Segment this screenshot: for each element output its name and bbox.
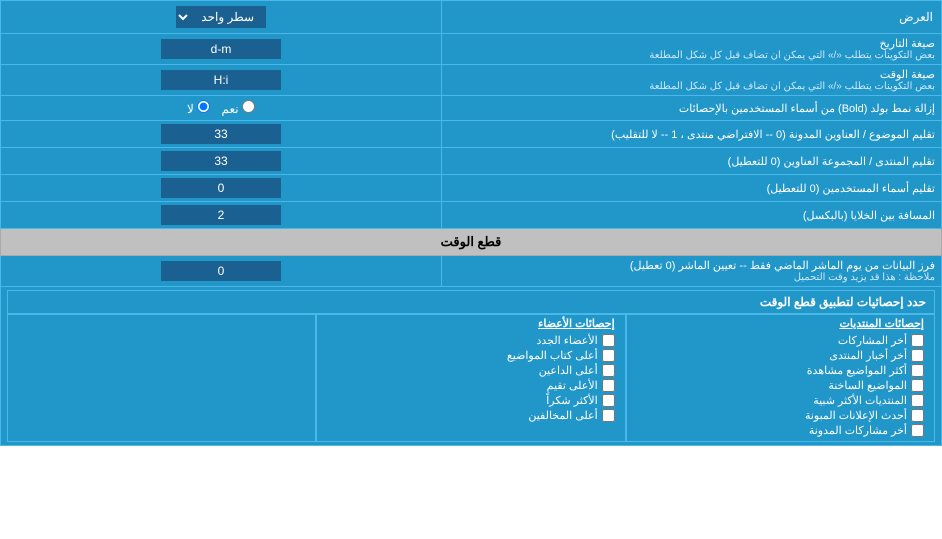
checkbox-forum-news-input[interactable] (911, 349, 924, 362)
cell-gap-input-cell (1, 202, 442, 229)
checkbox-top-rated: الأعلى تقيم (327, 379, 614, 392)
username-limit-input[interactable] (161, 178, 281, 198)
date-format-input[interactable] (161, 39, 281, 59)
forum-title-limit-row: تقليم المنتدى / المجموعة العناوين (0 للت… (1, 148, 942, 175)
time-format-row: صيغة الوقت بعض التكوينات يتطلب «/» التي … (1, 65, 942, 96)
member-stats-col: إحصائات الأعضاء الأعضاء الجدد أعلى كتاب … (316, 314, 625, 442)
checkbox-most-viewed-input[interactable] (911, 364, 924, 377)
topic-title-limit-label: تقليم الموضوع / العناوين المدونة (0 -- ا… (442, 121, 942, 148)
checkbox-hot-topics-label: المواضيع الساخنة (828, 379, 907, 392)
checkbox-top-inviters-input[interactable] (602, 364, 615, 377)
checkbox-top-rated-input[interactable] (602, 379, 615, 392)
bold-remove-radio-no[interactable] (197, 100, 210, 113)
checkbox-last-posts: أخر المشاركات (637, 334, 924, 347)
checkbox-hot-topics-input[interactable] (911, 379, 924, 392)
bold-remove-row: إزالة نمط بولد (Bold) من أسماء المستخدمي… (1, 96, 942, 121)
display-label: العرض (442, 1, 942, 34)
forum-stats-col-title: إحصائات المنتديات (637, 317, 924, 330)
checkbox-most-thanked: الأكثر شكراً (327, 394, 614, 407)
checkbox-most-similar: المنتديات الأكثر شبية (637, 394, 924, 407)
date-format-label: صيغة التاريخ بعض التكوينات يتطلب «/» الت… (442, 34, 942, 65)
cell-gap-input[interactable] (161, 205, 281, 225)
cutoff-filter-title: فرز البيانات من يوم الماشر الماضي فقط --… (448, 259, 935, 272)
date-format-input-cell (1, 34, 442, 65)
checkbox-recent-announcements: أحدث الإعلانات المبونة (637, 409, 924, 422)
limit-title: حدد إحصائيات لتطبيق قطع الوقت (7, 290, 935, 314)
checkbox-recent-announcements-input[interactable] (911, 409, 924, 422)
cell-gap-row: المسافة بين الخلايا (بالبكسل) (1, 202, 942, 229)
cutoff-value-cell (1, 256, 442, 287)
display-select-cell: سطر واحد سطرين ثلاثة أسطر (1, 1, 442, 34)
forum-title-limit-label: تقليم المنتدى / المجموعة العناوين (0 للت… (442, 148, 942, 175)
topic-title-limit-input[interactable] (161, 124, 281, 144)
bold-remove-radio-cell: نعم لا (1, 96, 442, 121)
bold-remove-radio-yes[interactable] (242, 100, 255, 113)
forum-title-limit-input[interactable] (161, 151, 281, 171)
forum-title-limit-input-cell (1, 148, 442, 175)
limit-checkboxes-row: حدد إحصائيات لتطبيق قطع الوقت إحصائات ال… (1, 287, 942, 446)
checkbox-most-viewed-label: أكثر المواضيع مشاهدة (807, 364, 907, 377)
checkbox-top-violators-label: أعلى المخالفين (528, 409, 597, 422)
checkbox-recent-announcements-label: أحدث الإعلانات المبونة (805, 409, 907, 422)
checkbox-top-inviters-label: أعلى الداعين (539, 364, 598, 377)
checkbox-forum-news-label: أخر أخبار المنتدى (829, 349, 907, 362)
username-limit-input-cell (1, 175, 442, 202)
date-format-row: صيغة التاريخ بعض التكوينات يتطلب «/» الت… (1, 34, 942, 65)
radio-no-label: لا (187, 102, 210, 116)
cutoff-section-title: قطع الوقت (1, 229, 942, 256)
checkbox-most-viewed: أكثر المواضيع مشاهدة (637, 364, 924, 377)
topic-title-limit-row: تقليم الموضوع / العناوين المدونة (0 -- ا… (1, 121, 942, 148)
checkbox-most-thanked-label: الأكثر شكراً (546, 394, 597, 407)
date-format-sublabel: بعض التكوينات يتطلب «/» التي يمكن ان تضا… (448, 50, 935, 61)
time-format-label: صيغة الوقت بعض التكوينات يتطلب «/» التي … (442, 65, 942, 96)
cutoff-filter-label: فرز البيانات من يوم الماشر الماضي فقط --… (442, 256, 942, 287)
checkbox-top-topic-writers-input[interactable] (602, 349, 615, 362)
checkbox-forum-news: أخر أخبار المنتدى (637, 349, 924, 362)
forum-stats-col: إحصائات المنتديات أخر المشاركات أخر أخبا… (626, 314, 935, 442)
checkbox-top-topic-writers: أعلى كتاب المواضيع (327, 349, 614, 362)
checkbox-most-thanked-input[interactable] (602, 394, 615, 407)
checkbox-last-posts-input[interactable] (911, 334, 924, 347)
bold-remove-label: إزالة نمط بولد (Bold) من أسماء المستخدمي… (442, 96, 942, 121)
checkbox-hot-topics: المواضيع الساخنة (637, 379, 924, 392)
checkbox-last-blog-posts-input[interactable] (911, 424, 924, 437)
checkbox-top-topic-writers-label: أعلى كتاب المواضيع (507, 349, 598, 362)
checkbox-top-rated-label: الأعلى تقيم (547, 379, 598, 392)
display-row: العرض سطر واحد سطرين ثلاثة أسطر (1, 1, 942, 34)
date-format-title: صيغة التاريخ (448, 37, 935, 50)
cutoff-section-header-row: قطع الوقت (1, 229, 942, 256)
cutoff-filter-row: فرز البيانات من يوم الماشر الماضي فقط --… (1, 256, 942, 287)
member-stats-col-title: إحصائات الأعضاء (327, 317, 614, 330)
checkbox-last-posts-label: أخر المشاركات (838, 334, 907, 347)
cutoff-value-input[interactable] (161, 261, 281, 281)
checkbox-new-members-label: الأعضاء الجدد (536, 334, 597, 347)
display-select[interactable]: سطر واحد سطرين ثلاثة أسطر (176, 6, 266, 28)
limit-checkboxes-cell: حدد إحصائيات لتطبيق قطع الوقت إحصائات ال… (1, 287, 942, 446)
username-limit-row: تقليم أسماء المستخدمين (0 للتعطيل) (1, 175, 942, 202)
username-limit-label: تقليم أسماء المستخدمين (0 للتعطيل) (442, 175, 942, 202)
time-format-title: صيغة الوقت (448, 68, 935, 81)
checkbox-top-violators-input[interactable] (602, 409, 615, 422)
time-format-sublabel: بعض التكوينات يتطلب «/» التي يمكن ان تضا… (448, 81, 935, 92)
time-format-input[interactable] (161, 70, 281, 90)
checkbox-columns-row: إحصائات المنتديات أخر المشاركات أخر أخبا… (7, 314, 935, 442)
checkbox-last-blog-posts: أخر مشاركات المدونة (637, 424, 924, 437)
checkbox-most-similar-label: المنتديات الأكثر شبية (813, 394, 907, 407)
topic-title-limit-input-cell (1, 121, 442, 148)
cell-gap-label: المسافة بين الخلايا (بالبكسل) (442, 202, 942, 229)
time-format-input-cell (1, 65, 442, 96)
checkbox-top-violators: أعلى المخالفين (327, 409, 614, 422)
limit-label-row: حدد إحصائيات لتطبيق قطع الوقت (7, 290, 935, 314)
checkbox-new-members: الأعضاء الجدد (327, 334, 614, 347)
checkbox-top-inviters: أعلى الداعين (327, 364, 614, 377)
checkbox-last-blog-posts-label: أخر مشاركات المدونة (809, 424, 907, 437)
checkbox-most-similar-input[interactable] (911, 394, 924, 407)
checkbox-new-members-input[interactable] (602, 334, 615, 347)
extra-stats-col (7, 314, 316, 442)
radio-yes-label: نعم (218, 102, 255, 116)
cutoff-note: ملاحظة : هذا قد يزيد وقت التحميل (448, 272, 935, 283)
